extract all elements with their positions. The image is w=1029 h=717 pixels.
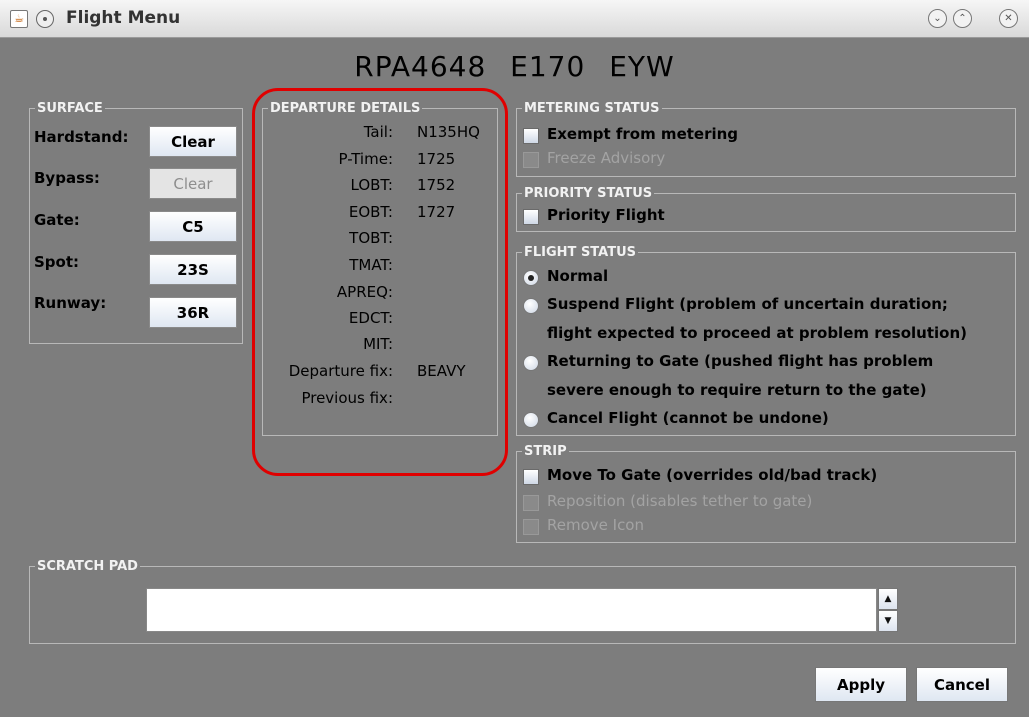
scratch-pad-scroll[interactable]: ▲ ▼ [878,588,898,632]
status-return-row[interactable]: Returning to Gate (pushed flight has pro… [523,352,1013,374]
bypass-label: Bypass: [34,169,100,187]
bypass-clear-button: Clear [149,168,237,199]
java-icon[interactable]: ☕ [10,10,28,28]
freeze-advisory-label: Freeze Advisory [547,149,666,167]
destination: EYW [609,50,675,83]
mit-label: MIT: [363,335,393,353]
status-return-label: Returning to Gate (pushed flight has pro… [547,352,934,370]
lobt-label: LOBT: [350,176,394,194]
reposition-row: Reposition (disables tether to gate) [523,492,1003,514]
gate-label: Gate: [34,211,80,229]
pin-icon[interactable] [36,10,54,28]
tail-row: Tail: N135HQ [263,123,497,149]
title-bar: ☕ Flight Menu ⌄ ⌃ ✕ [0,0,1029,38]
exempt-metering-label: Exempt from metering [547,125,739,143]
remove-icon-row: Remove Icon [523,516,1003,538]
metering-status-legend: METERING STATUS [522,101,662,116]
ptime-row: P-Time: 1725 [263,150,497,176]
apreq-row: APREQ: [263,283,497,309]
tmat-row: TMAT: [263,256,497,282]
spot-button[interactable]: 23S [149,254,237,285]
departure-fix-row: Departure fix: BEAVY [263,362,497,388]
status-cancel-row[interactable]: Cancel Flight (cannot be undone) [523,409,1013,431]
metering-status-group: METERING STATUS Exempt from metering Fre… [516,101,1016,177]
callsign: RPA4648 [354,50,487,83]
surface-legend: SURFACE [35,101,105,116]
status-normal-label: Normal [547,267,609,285]
minimize-icon[interactable]: ⌄ [928,9,947,28]
apreq-label: APREQ: [336,283,393,301]
remove-icon-checkbox [523,519,539,535]
flight-status-group: FLIGHT STATUS Normal Suspend Flight (pro… [516,245,1016,436]
window-title: Flight Menu [66,8,181,28]
ptime-value: 1725 [417,150,456,168]
reposition-checkbox [523,495,539,511]
priority-status-group: PRIORITY STATUS Priority Flight [516,186,1016,232]
status-cancel-label: Cancel Flight (cannot be undone) [547,409,829,427]
lobt-row: LOBT: 1752 [263,176,497,202]
status-return-radio[interactable] [523,355,539,371]
freeze-advisory-row: Freeze Advisory [523,149,923,171]
departure-details-legend: DEPARTURE DETAILS [268,101,423,116]
status-cancel-radio[interactable] [523,412,539,428]
freeze-advisory-checkbox [523,152,539,168]
scroll-down-icon[interactable]: ▼ [878,610,898,632]
tobt-label: TOBT: [349,229,393,247]
remove-icon-label: Remove Icon [547,516,644,534]
exempt-metering-checkbox[interactable] [523,128,539,144]
priority-flight-checkbox[interactable] [523,209,539,225]
cancel-button[interactable]: Cancel [916,667,1008,702]
status-suspend-label: Suspend Flight (problem of uncertain dur… [547,295,948,313]
close-icon[interactable]: ✕ [999,9,1018,28]
priority-flight-row[interactable]: Priority Flight [523,206,923,228]
mit-row: MIT: [263,335,497,361]
eobt-row: EOBT: 1727 [263,203,497,229]
ptime-label: P-Time: [338,150,393,168]
status-suspend-radio[interactable] [523,298,539,314]
scratch-pad-input[interactable] [146,588,877,632]
departure-fix-value: BEAVY [417,362,466,380]
scroll-up-icon[interactable]: ▲ [878,588,898,610]
tail-value: N135HQ [417,123,480,141]
priority-status-legend: PRIORITY STATUS [522,186,655,201]
status-normal-radio[interactable] [523,270,539,286]
strip-group: STRIP Move To Gate (overrides old/bad tr… [516,444,1016,543]
status-return-label-line2: severe enough to require return to the g… [547,381,927,399]
departure-details-group: DEPARTURE DETAILS Tail: N135HQ P-Time: 1… [262,101,498,436]
gate-button[interactable]: C5 [149,211,237,242]
reposition-label: Reposition (disables tether to gate) [547,492,813,510]
previous-fix-row: Previous fix: [263,389,497,415]
tobt-row: TOBT: [263,229,497,255]
priority-flight-label: Priority Flight [547,206,665,224]
lobt-value: 1752 [417,176,456,194]
surface-group: SURFACE Hardstand: Clear Bypass: Clear G… [29,101,243,344]
status-suspend-row[interactable]: Suspend Flight (problem of uncertain dur… [523,295,1013,317]
departure-fix-label: Departure fix: [288,362,393,380]
move-to-gate-row[interactable]: Move To Gate (overrides old/bad track) [523,466,1003,488]
tmat-label: TMAT: [349,256,393,274]
apply-button[interactable]: Apply [815,667,907,702]
spot-label: Spot: [34,253,80,271]
runway-button[interactable]: 36R [149,297,237,328]
status-suspend-label-line2: flight expected to proceed at problem re… [547,324,967,342]
hardstand-clear-button[interactable]: Clear [149,126,237,157]
eobt-label: EOBT: [348,203,393,221]
edct-row: EDCT: [263,309,497,335]
aircraft-type: E170 [510,50,586,83]
scratch-pad-legend: SCRATCH PAD [35,559,140,574]
move-to-gate-label: Move To Gate (overrides old/bad track) [547,466,878,484]
strip-legend: STRIP [522,444,569,459]
tail-label: Tail: [363,123,393,141]
maximize-icon[interactable]: ⌃ [953,9,972,28]
move-to-gate-checkbox[interactable] [523,469,539,485]
exempt-metering-row[interactable]: Exempt from metering [523,125,923,147]
hardstand-label: Hardstand: [34,128,129,146]
flight-status-legend: FLIGHT STATUS [522,245,639,260]
edct-label: EDCT: [348,309,393,327]
previous-fix-label: Previous fix: [301,389,393,407]
runway-label: Runway: [34,294,107,312]
eobt-value: 1727 [417,203,456,221]
status-normal-row[interactable]: Normal [523,267,1003,289]
flight-heading: RPA4648 E170 EYW [0,50,1029,83]
